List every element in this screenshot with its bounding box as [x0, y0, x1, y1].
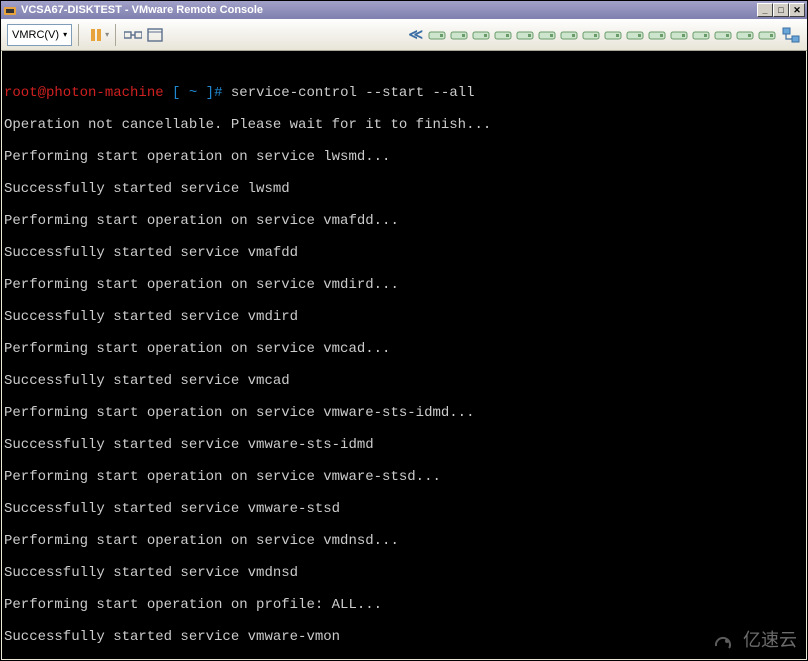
terminal-line: Successfully started service vmdnsd — [4, 565, 804, 581]
terminal-line: Performing start operation on service vm… — [4, 277, 804, 293]
titlebar: VCSA67-DISKTEST - VMware Remote Console … — [1, 1, 807, 19]
terminal-line: Successfully started service lwsmd — [4, 181, 804, 197]
minimize-button[interactable]: _ — [757, 3, 773, 17]
removable-devices-group — [427, 27, 777, 43]
fullscreen-button[interactable] — [144, 24, 166, 46]
drive-icon[interactable] — [493, 27, 513, 43]
toolbar-separator — [78, 24, 79, 46]
terminal-line: Successfully started service vmdird — [4, 309, 804, 325]
network-adapter-icon[interactable] — [781, 26, 801, 44]
prompt-user: root@photon-machine — [4, 85, 164, 101]
drive-icon[interactable] — [625, 27, 645, 43]
terminal-line: Performing start operation on service lw… — [4, 149, 804, 165]
toolbar-separator — [115, 24, 116, 46]
close-button[interactable]: ✕ — [789, 3, 805, 17]
terminal-line: root@photon-machine [ ~ ]# service-contr… — [4, 85, 804, 101]
terminal-line: Performing start operation on service vm… — [4, 405, 804, 421]
command-text: service-control --start --all — [222, 85, 474, 101]
drive-icon[interactable] — [669, 27, 689, 43]
terminal-line: Performing start operation on service vm… — [4, 341, 804, 357]
send-ctrl-alt-del-button[interactable] — [122, 24, 144, 46]
chevron-left-icon[interactable]: ≪ — [408, 26, 423, 43]
vmrc-menu-dropdown[interactable]: VMRC(V) ▾ — [7, 24, 72, 46]
chevron-down-icon: ▾ — [63, 30, 67, 39]
drive-icon[interactable] — [581, 27, 601, 43]
terminal-line: Performing start operation on service vm… — [4, 469, 804, 485]
console-terminal[interactable]: root@photon-machine [ ~ ]# service-contr… — [2, 51, 806, 659]
pause-button[interactable] — [85, 24, 107, 46]
toolbar: VMRC(V) ▾ ▾ ≪ — [1, 19, 807, 51]
chevron-down-icon: ▾ — [105, 30, 109, 39]
app-icon — [3, 3, 17, 17]
drive-icon[interactable] — [735, 27, 755, 43]
drive-icon[interactable] — [691, 27, 711, 43]
terminal-line: Successfully started service vmcad — [4, 373, 804, 389]
terminal-line: Successfully started service vmware-stsd — [4, 501, 804, 517]
drive-icon[interactable] — [559, 27, 579, 43]
drive-icon[interactable] — [603, 27, 623, 43]
window-controls: _ □ ✕ — [757, 3, 805, 17]
terminal-line: Operation not cancellable. Please wait f… — [4, 117, 804, 133]
terminal-line: Successfully started service vmware-sts-… — [4, 437, 804, 453]
drive-icon[interactable] — [713, 27, 733, 43]
app-window: VCSA67-DISKTEST - VMware Remote Console … — [0, 0, 808, 661]
drive-icon[interactable] — [427, 27, 447, 43]
drive-icon[interactable] — [757, 27, 777, 43]
terminal-line: Performing start operation on service vm… — [4, 213, 804, 229]
terminal-line: Successfully started service vmafdd — [4, 245, 804, 261]
vmrc-menu-label: VMRC(V) — [12, 29, 59, 41]
window-title: VCSA67-DISKTEST - VMware Remote Console — [21, 4, 757, 16]
terminal-line: Performing start operation on service vm… — [4, 533, 804, 549]
drive-icon[interactable] — [647, 27, 667, 43]
maximize-button[interactable]: □ — [773, 3, 789, 17]
prompt-bracket: [ ~ ]# — [172, 85, 222, 101]
drive-icon[interactable] — [515, 27, 535, 43]
drive-icon[interactable] — [449, 27, 469, 43]
terminal-line: Performing start operation on profile: A… — [4, 597, 804, 613]
drive-icon[interactable] — [537, 27, 557, 43]
drive-icon[interactable] — [471, 27, 491, 43]
terminal-line: Successfully started service vmware-vmon — [4, 629, 804, 645]
